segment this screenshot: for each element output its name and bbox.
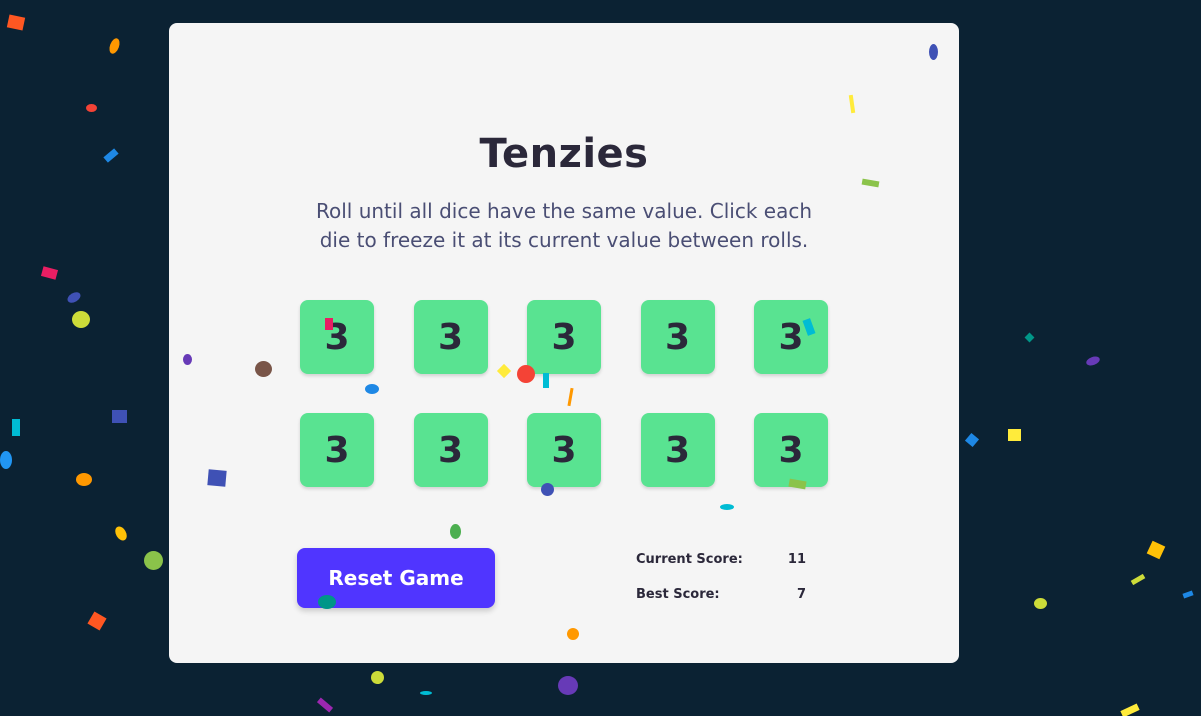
best-score-label: Best Score: (636, 587, 720, 602)
confetti-piece (1085, 354, 1101, 368)
confetti-piece (964, 432, 980, 448)
die-4[interactable]: 3 (640, 300, 715, 374)
confetti-piece (72, 311, 90, 328)
current-score-value: 11 (787, 552, 806, 567)
confetti-piece (1146, 540, 1166, 560)
die-1[interactable]: 3 (300, 300, 374, 374)
confetti-piece (1120, 703, 1140, 716)
die-8[interactable]: 3 (527, 413, 601, 487)
confetti-piece (144, 551, 163, 570)
best-score-row: Best Score: 7 (636, 587, 806, 622)
confetti-piece (558, 676, 578, 695)
score-panel: Current Score: 11 Best Score: 7 (636, 552, 806, 622)
confetti-piece (12, 419, 20, 436)
confetti-piece (0, 451, 12, 469)
die-5[interactable]: 3 (754, 300, 828, 374)
die-3[interactable]: 3 (527, 300, 601, 374)
dice-grid: 3 3 3 3 3 3 3 3 3 3 (300, 300, 828, 487)
die-7[interactable]: 3 (413, 413, 488, 487)
confetti-piece (1130, 573, 1146, 586)
confetti-piece (1024, 332, 1035, 343)
confetti-piece (103, 148, 119, 163)
best-score-value: 7 (796, 587, 806, 602)
confetti-piece (107, 36, 122, 56)
confetti-piece (112, 410, 127, 423)
game-instructions: Roll until all dice have the same value.… (315, 199, 813, 252)
game-title: Tenzies (479, 131, 649, 177)
confetti-piece (76, 473, 92, 486)
die-6[interactable]: 3 (300, 413, 374, 487)
page-background: Tenzies Roll until all dice have the sam… (0, 0, 1201, 716)
reset-game-button[interactable]: Reset Game (297, 548, 495, 608)
confetti-piece (112, 524, 130, 543)
confetti-piece (6, 14, 26, 31)
confetti-piece (1182, 590, 1194, 599)
current-score-row: Current Score: 11 (636, 552, 806, 587)
confetti-piece (87, 611, 107, 631)
current-score-label: Current Score: (636, 552, 743, 567)
confetti-piece (40, 266, 59, 280)
confetti-piece (1034, 598, 1047, 609)
game-card: Tenzies Roll until all dice have the sam… (169, 23, 959, 663)
confetti-piece (371, 671, 384, 684)
confetti-piece (420, 691, 432, 695)
die-9[interactable]: 3 (640, 413, 715, 487)
die-2[interactable]: 3 (413, 300, 488, 374)
die-10[interactable]: 3 (754, 413, 828, 487)
confetti-piece (1008, 429, 1021, 441)
confetti-piece (86, 104, 97, 112)
confetti-piece (316, 697, 334, 713)
confetti-piece (65, 290, 83, 305)
